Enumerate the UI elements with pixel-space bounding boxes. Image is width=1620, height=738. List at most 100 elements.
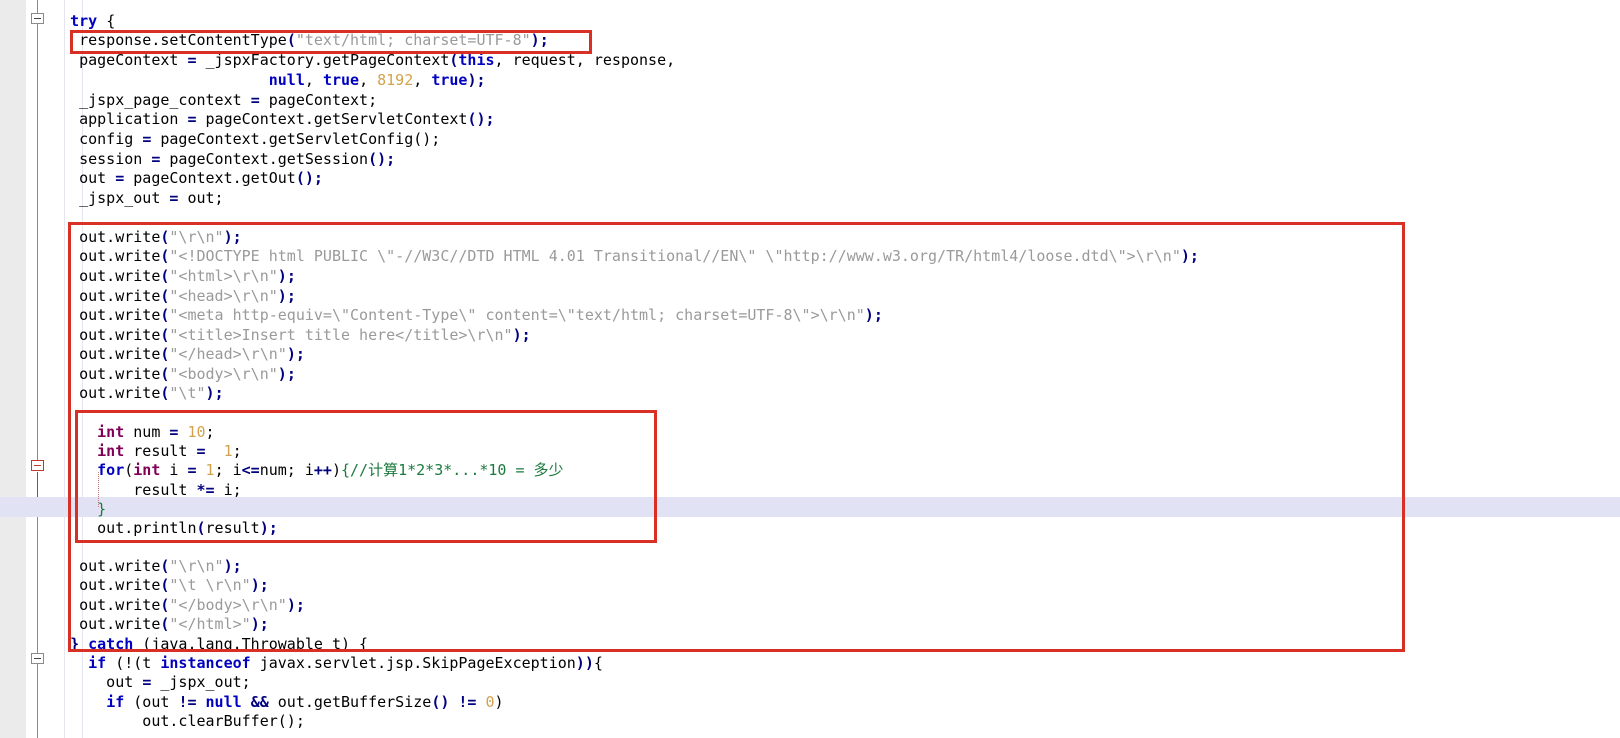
- code-line[interactable]: out.write("</html>");: [52, 615, 269, 635]
- code-line[interactable]: out.write("<html>\r\n");: [52, 267, 296, 287]
- code-token: out: [52, 673, 143, 691]
- code-line[interactable]: out.clearBuffer();: [52, 712, 305, 732]
- code-token: ;: [873, 306, 883, 324]
- code-token: (): [431, 693, 450, 711]
- code-line[interactable]: result *= i;: [52, 481, 242, 501]
- code-token: true: [322, 71, 360, 89]
- code-line[interactable]: _jspx_page_context = pageContext;: [52, 91, 377, 111]
- code-line[interactable]: }: [52, 500, 106, 520]
- code-token: pageContext.getSession: [160, 150, 369, 168]
- code-token: ;: [286, 365, 296, 383]
- code-token: "<body>\r\n": [169, 365, 278, 383]
- code-token: ;: [232, 442, 242, 460]
- code-line[interactable]: out.println(result);: [52, 519, 278, 539]
- code-token: try: [70, 12, 98, 30]
- code-line[interactable]: out.write("<meta http-equiv=\"Content-Ty…: [52, 306, 883, 326]
- code-token: ): [277, 365, 287, 383]
- fold-collapse-try-icon[interactable]: [31, 13, 44, 24]
- code-token: ): [223, 557, 233, 575]
- code-token: if: [88, 654, 107, 672]
- code-line[interactable]: out.write("\t \r\n");: [52, 576, 269, 596]
- code-token: i;: [214, 481, 242, 499]
- code-line[interactable]: null, true, 8192, true);: [52, 71, 486, 91]
- code-token: result: [52, 481, 197, 499]
- code-token: ): [259, 519, 269, 537]
- code-line[interactable]: response.setContentType("text/html; char…: [52, 31, 549, 51]
- code-line[interactable]: session = pageContext.getSession();: [52, 150, 395, 170]
- code-token: ;: [232, 228, 242, 246]
- editor-marker-bar[interactable]: [0, 0, 27, 738]
- code-token: ;: [286, 287, 296, 305]
- code-line[interactable]: out.write("\r\n");: [52, 228, 242, 248]
- code-line[interactable]: out.write("<head>\r\n");: [52, 287, 296, 307]
- editor-folding-column[interactable]: [26, 0, 52, 738]
- code-line[interactable]: if (out != null && out.getBufferSize() !…: [52, 693, 503, 713]
- code-token: "\t \r\n": [169, 576, 251, 594]
- code-line[interactable]: pageContext = _jspxFactory.getPageContex…: [52, 51, 675, 71]
- code-token: ): [250, 576, 260, 594]
- code-token: 1: [205, 461, 215, 479]
- code-token: ;: [313, 169, 323, 187]
- code-line[interactable]: out.write("</head>\r\n");: [52, 345, 305, 365]
- code-token: (): [295, 169, 314, 187]
- code-line[interactable]: int num = 10;: [52, 423, 214, 443]
- code-token: ;: [286, 267, 296, 285]
- code-token: null: [205, 693, 242, 711]
- code-token: out.write: [52, 306, 161, 324]
- code-line[interactable]: out.write("\t");: [52, 384, 224, 404]
- code-surface[interactable]: try { response.setContentType("text/html…: [0, 0, 1620, 738]
- code-line[interactable]: _jspx_out = out;: [52, 189, 224, 209]
- code-token: (: [196, 519, 206, 537]
- code-token: (: [124, 461, 134, 479]
- fold-collapse-for-icon[interactable]: [31, 460, 44, 471]
- code-line[interactable]: int result = 1;: [52, 442, 242, 462]
- code-line[interactable]: out.write("</body>\r\n");: [52, 596, 305, 616]
- code-token: if: [106, 693, 125, 711]
- code-token: (): [368, 150, 387, 168]
- code-token: ;: [476, 71, 486, 89]
- code-line[interactable]: out.write("<title>Insert title here</tit…: [52, 326, 531, 346]
- code-line[interactable]: out = _jspx_out;: [52, 673, 251, 693]
- code-token: "<title>Insert title here</title>\r\n": [169, 326, 513, 344]
- code-token: }: [70, 635, 80, 653]
- code-line[interactable]: out.write("<body>\r\n");: [52, 365, 296, 385]
- code-line[interactable]: application = pageContext.getServletCont…: [52, 110, 494, 130]
- code-token: ,: [359, 71, 378, 89]
- code-token: ): [530, 31, 540, 49]
- code-token: =: [187, 110, 197, 128]
- code-editor[interactable]: try { response.setContentType("text/html…: [0, 0, 1620, 738]
- code-token: {: [593, 654, 603, 672]
- code-token: <=: [241, 461, 260, 479]
- code-token: ;: [386, 150, 396, 168]
- code-line[interactable]: config = pageContext.getServletConfig();: [52, 130, 440, 150]
- code-line[interactable]: try {: [52, 12, 115, 32]
- code-token: (java.lang.Throwable t) {: [133, 635, 369, 653]
- code-token: i: [160, 461, 188, 479]
- code-token: "<meta http-equiv=\"Content-Type\" conte…: [169, 306, 865, 324]
- code-token: session: [52, 150, 152, 168]
- code-token: _jspx_out: [52, 189, 170, 207]
- code-line[interactable]: if (!(t instanceof javax.servlet.jsp.Ski…: [52, 654, 603, 674]
- code-token: config: [52, 130, 143, 148]
- code-line[interactable]: out.write("<!DOCTYPE html PUBLIC \"-//W3…: [52, 247, 1199, 267]
- code-token: =: [187, 461, 197, 479]
- code-token: ;: [1189, 247, 1199, 265]
- code-token: out: [52, 169, 116, 187]
- code-token: ,: [304, 71, 323, 89]
- code-line[interactable]: for(int i = 1; i<=num; i++){//计算1*2*3*..…: [52, 461, 563, 481]
- code-token: out.write: [52, 267, 161, 285]
- code-line[interactable]: } catch (java.lang.Throwable t) {: [52, 635, 368, 655]
- code-token: "</body>\r\n": [169, 596, 287, 614]
- code-token: ;: [214, 384, 224, 402]
- fold-collapse-catch-icon[interactable]: [31, 653, 44, 664]
- code-line[interactable]: out = pageContext.getOut();: [52, 169, 323, 189]
- code-token: ; i: [214, 461, 242, 479]
- code-token: !=: [178, 693, 197, 711]
- code-line[interactable]: out.write("\r\n");: [52, 557, 242, 577]
